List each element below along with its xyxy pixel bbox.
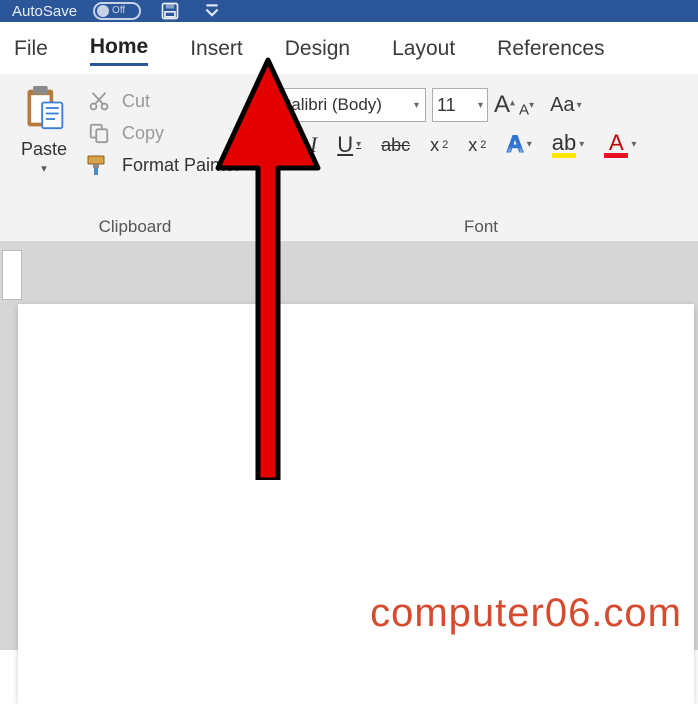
font-group-label: Font bbox=[272, 213, 690, 237]
copy-button[interactable]: Copy bbox=[86, 122, 241, 144]
group-font: Calibri (Body) ▾ 11 ▾ A▴ A▾ Aa ▾ B I bbox=[264, 80, 698, 241]
autosave-label: AutoSave bbox=[12, 3, 77, 20]
font-color-swatch bbox=[604, 153, 628, 158]
document-area bbox=[0, 242, 698, 650]
subscript-2: 2 bbox=[442, 140, 448, 151]
copy-icon bbox=[86, 122, 112, 144]
shrink-font-label: A bbox=[519, 101, 529, 118]
subscript-button[interactable]: x2 bbox=[430, 136, 448, 154]
caret-down-icon: ▾ bbox=[529, 100, 534, 111]
paste-dropdown-icon[interactable]: ▾ bbox=[41, 162, 47, 175]
chevron-down-icon: ▾ bbox=[414, 100, 419, 111]
font-size-value: 11 bbox=[437, 95, 456, 116]
paste-icon bbox=[22, 84, 66, 137]
change-case-button[interactable]: Aa ▾ bbox=[550, 94, 582, 117]
autosave-state: Off bbox=[112, 6, 125, 16]
grow-font-label: A bbox=[494, 91, 510, 118]
paintbrush-icon bbox=[86, 154, 112, 176]
font-name-select[interactable]: Calibri (Body) ▾ bbox=[272, 88, 426, 122]
group-clipboard: Paste ▾ Cut Copy bbox=[6, 80, 264, 241]
vertical-ruler bbox=[2, 250, 22, 300]
chevron-down-icon: ▾ bbox=[631, 140, 636, 150]
italic-button[interactable]: I bbox=[310, 134, 317, 156]
save-icon[interactable] bbox=[157, 2, 183, 20]
tab-layout[interactable]: Layout bbox=[392, 33, 455, 65]
highlight-label: ab bbox=[552, 132, 576, 154]
caret-up-icon: ▴ bbox=[510, 98, 515, 109]
ribbon-tabs: File Home Insert Design Layout Reference… bbox=[0, 22, 698, 74]
autosave-knob bbox=[97, 5, 109, 17]
grow-font-button[interactable]: A▴ bbox=[494, 91, 515, 119]
chevron-down-icon: ▾ bbox=[527, 140, 532, 150]
chevron-down-icon: ▾ bbox=[356, 140, 361, 150]
copy-label: Copy bbox=[122, 123, 164, 144]
superscript-button[interactable]: x2 bbox=[468, 136, 486, 154]
tab-references[interactable]: References bbox=[497, 33, 604, 65]
subscript-x: x bbox=[430, 136, 439, 154]
text-effects-button[interactable]: A ▾ bbox=[506, 133, 531, 157]
watermark-text: computer06.com bbox=[370, 591, 682, 636]
strikethrough-button[interactable]: abc bbox=[381, 136, 410, 154]
text-effects-label: A bbox=[506, 133, 523, 157]
tab-design[interactable]: Design bbox=[285, 33, 350, 65]
highlight-color-swatch bbox=[552, 153, 576, 158]
underline-button[interactable]: U ▾ bbox=[337, 134, 361, 156]
paste-button[interactable]: Paste ▾ bbox=[14, 84, 74, 176]
titlebar: AutoSave Off bbox=[0, 0, 698, 22]
ribbon: Paste ▾ Cut Copy bbox=[0, 74, 698, 242]
font-color-button[interactable]: A ▾ bbox=[604, 132, 636, 158]
tab-home[interactable]: Home bbox=[90, 31, 148, 66]
scissors-icon bbox=[86, 90, 112, 112]
bold-button[interactable]: B bbox=[274, 134, 290, 156]
tab-file[interactable]: File bbox=[14, 33, 48, 65]
superscript-2: 2 bbox=[480, 140, 486, 151]
format-painter-label: Format Painter bbox=[122, 155, 241, 176]
cut-button[interactable]: Cut bbox=[86, 90, 241, 112]
font-size-select[interactable]: 11 ▾ bbox=[432, 88, 488, 122]
shrink-font-button[interactable]: A▾ bbox=[519, 100, 534, 119]
highlight-button[interactable]: ab ▾ bbox=[552, 132, 585, 158]
paste-label: Paste bbox=[21, 139, 67, 160]
font-color-label: A bbox=[609, 132, 624, 154]
chevron-down-icon: ▾ bbox=[577, 100, 582, 111]
superscript-x: x bbox=[468, 136, 477, 154]
qat-dropdown-icon[interactable] bbox=[199, 2, 225, 20]
cut-label: Cut bbox=[122, 91, 150, 112]
chevron-down-icon: ▾ bbox=[579, 140, 584, 150]
font-name-value: Calibri (Body) bbox=[279, 95, 382, 115]
autosave-toggle[interactable]: Off bbox=[93, 2, 141, 20]
change-case-label: Aa bbox=[550, 94, 574, 117]
clipboard-group-label: Clipboard bbox=[14, 213, 256, 237]
document-page[interactable] bbox=[18, 304, 694, 704]
strikethrough-label: abc bbox=[381, 136, 410, 154]
chevron-down-icon: ▾ bbox=[478, 100, 483, 111]
tab-insert[interactable]: Insert bbox=[190, 33, 243, 65]
format-painter-button[interactable]: Format Painter bbox=[86, 154, 241, 176]
underline-label: U bbox=[337, 134, 353, 156]
